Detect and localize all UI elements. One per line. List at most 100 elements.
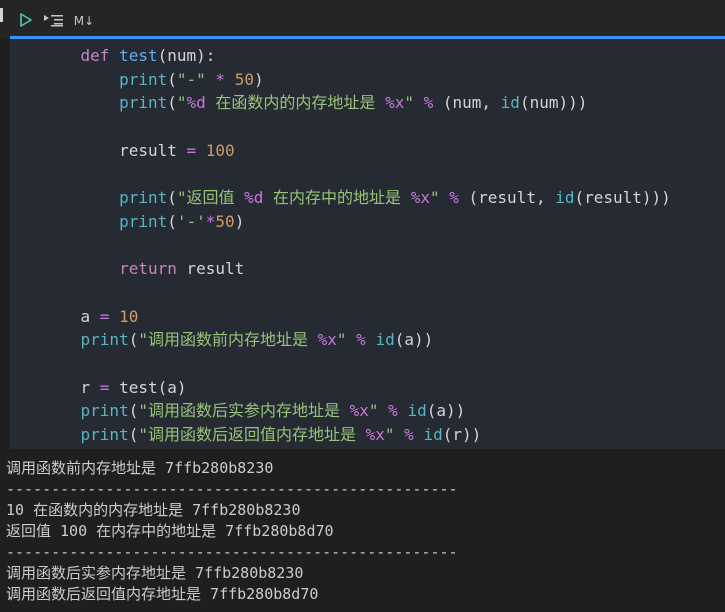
code-line[interactable] <box>42 281 671 305</box>
code-token: ( <box>128 425 139 444</box>
code-token: ( <box>167 188 177 208</box>
code-token: = <box>99 306 110 326</box>
code-token: (result))) <box>574 188 671 208</box>
code-token: (r)) <box>442 425 482 444</box>
code-editor-content[interactable]: def test(num): print("-" * 50) print("%d… <box>42 44 671 447</box>
code-token: '-' <box>176 211 206 231</box>
code-line[interactable]: print("调用函数后返回值内存地址是 %x" % id(r)) <box>42 423 671 447</box>
code-token: 在函数内的内存地址是 <box>205 93 386 113</box>
code-token: (result, <box>468 188 556 208</box>
code-line[interactable] <box>42 352 671 376</box>
code-token: result <box>176 259 245 279</box>
code-line[interactable] <box>42 162 671 186</box>
code-token: (num, <box>442 93 501 113</box>
code-token: r <box>42 377 100 397</box>
code-token: (num))) <box>519 93 588 113</box>
code-token: ) <box>253 69 264 89</box>
output-line: 调用函数后返回值内存地址是 7ffb280b8d70 <box>6 585 319 603</box>
cell-toolbar: M↓ <box>0 0 725 38</box>
code-token: id <box>500 93 520 113</box>
code-token: print <box>80 330 129 350</box>
code-token: test <box>119 46 158 65</box>
code-token: (a)) <box>394 330 434 350</box>
code-line[interactable] <box>42 234 671 258</box>
code-token: "返回值 <box>176 188 245 208</box>
code-token: % <box>439 188 469 208</box>
cell-output: 调用函数前内存地址是 7ffb280b8230 -----------------… <box>0 449 725 612</box>
code-token: result <box>42 140 187 160</box>
code-token: 10 <box>119 306 139 326</box>
code-token: % <box>394 425 424 444</box>
code-token: %x <box>385 93 405 113</box>
code-token: " <box>336 330 347 350</box>
markdown-label: M↓ <box>73 14 95 28</box>
code-line[interactable]: def test(num): <box>42 44 671 68</box>
output-line: 调用函数后实参内存地址是 7ffb280b8230 <box>6 564 304 582</box>
code-line[interactable]: print("返回值 %d 在内存中的地址是 %x" % (result, id… <box>42 186 671 210</box>
code-token: %x <box>317 330 337 350</box>
code-line[interactable]: print("-" * 50) <box>42 68 671 92</box>
code-token: 在内存中的地址是 <box>263 188 411 208</box>
code-token: " <box>368 401 379 421</box>
code-token: def <box>80 46 110 65</box>
code-token: 50 <box>215 211 235 231</box>
code-token: ( <box>128 401 139 421</box>
code-line[interactable]: print("调用函数后实参内存地址是 %x" % id(a)) <box>42 399 671 423</box>
code-token: % <box>413 93 443 113</box>
list-outline-icon <box>43 13 65 30</box>
markdown-button[interactable]: M↓ <box>74 12 94 30</box>
run-cell-button[interactable] <box>16 12 34 30</box>
code-token: ( <box>167 211 177 231</box>
outline-button[interactable] <box>42 12 66 30</box>
code-token: % <box>378 401 408 421</box>
code-token: " <box>384 425 395 444</box>
code-cell-editor[interactable]: def test(num): print("-" * 50) print("%d… <box>10 39 725 449</box>
code-token: %d <box>244 188 264 208</box>
code-token: a <box>42 306 100 326</box>
code-token: "调用函数后实参内存地址是 <box>138 401 350 421</box>
code-token: %x <box>365 425 385 444</box>
code-line[interactable]: result = 100 <box>42 139 671 163</box>
code-line[interactable]: print("%d 在函数内的内存地址是 %x" % (num, id(num)… <box>42 91 671 115</box>
code-token: id <box>407 401 427 421</box>
code-token: * <box>205 69 235 89</box>
code-token: % <box>346 330 376 350</box>
code-token: print <box>119 93 168 113</box>
code-token: %x <box>410 188 430 208</box>
output-line: ----------------------------------------… <box>6 543 458 561</box>
code-token: " <box>176 93 187 113</box>
code-token: "-" <box>176 69 206 89</box>
cell-status-bar <box>0 8 3 22</box>
code-token: print <box>119 188 168 208</box>
code-token: 100 <box>205 140 235 160</box>
code-line[interactable]: print("调用函数前内存地址是 %x" % id(a)) <box>42 328 671 352</box>
code-token: " <box>429 188 440 208</box>
code-line[interactable]: a = 10 <box>42 305 671 329</box>
code-token: id <box>555 188 575 208</box>
play-icon <box>19 12 32 30</box>
output-line: 调用函数前内存地址是 7ffb280b8230 <box>6 459 274 477</box>
code-token: test(a) <box>109 377 187 397</box>
code-token: print <box>80 401 129 421</box>
code-token: 50 <box>234 69 254 89</box>
code-token: id <box>423 425 443 444</box>
code-token: id <box>375 330 395 350</box>
code-line[interactable]: r = test(a) <box>42 376 671 400</box>
code-token: "调用函数后返回值内存地址是 <box>138 425 366 444</box>
code-token: print <box>119 211 168 231</box>
code-line[interactable]: return result <box>42 257 671 281</box>
code-line[interactable] <box>42 115 671 139</box>
code-line[interactable]: print('-'*50) <box>42 210 671 234</box>
code-token: = <box>186 140 197 160</box>
